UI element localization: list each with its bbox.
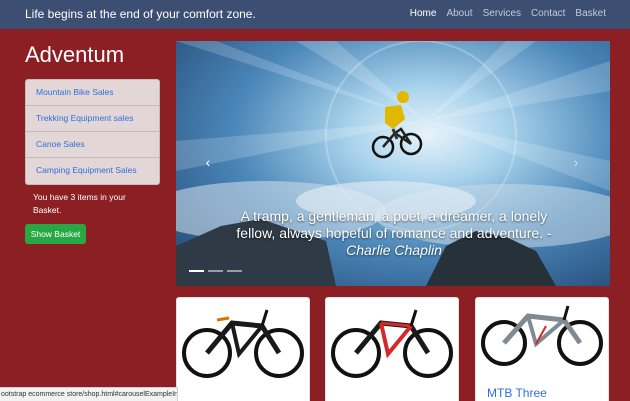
basket-count-text: You have 3 items in your Basket. xyxy=(33,192,126,215)
caption-author: Charlie Chaplin xyxy=(346,242,442,258)
navbar-brand[interactable]: Life begins at the end of your comfort z… xyxy=(25,7,256,21)
nav-link-contact[interactable]: Contact xyxy=(531,8,565,19)
nav-links: Home About Services Contact Basket xyxy=(400,8,606,19)
nav-link-about[interactable]: About xyxy=(446,8,472,19)
carousel-caption: A tramp, a gentleman, a poet, a dreamer,… xyxy=(234,208,554,259)
carousel-indicator-3[interactable] xyxy=(227,270,242,272)
show-basket-button[interactable]: Show Basket xyxy=(25,224,86,244)
hero-carousel: ‹ › A tramp, a gentleman, a poet, a drea… xyxy=(176,41,610,286)
menu-item-canoe[interactable]: Canoe Sales xyxy=(26,132,159,158)
carousel-next-icon[interactable]: › xyxy=(568,154,584,170)
carousel-indicators xyxy=(189,270,246,272)
carousel-prev-icon[interactable]: ‹ xyxy=(200,154,216,170)
carousel-indicator-2[interactable] xyxy=(208,270,223,272)
nav-link-services[interactable]: Services xyxy=(483,8,521,19)
site-title: Adventum xyxy=(25,42,125,67)
product-card[interactable]: MTB Three xyxy=(475,297,609,401)
product-card[interactable] xyxy=(325,297,459,401)
menu-item-camping[interactable]: Camping Equipment Sales xyxy=(26,158,159,184)
menu-item-mountain-bike[interactable]: Mountain Bike Sales xyxy=(26,80,159,106)
product-card[interactable] xyxy=(176,297,310,401)
nav-link-basket[interactable]: Basket xyxy=(575,8,606,19)
product-title[interactable]: MTB Three xyxy=(487,386,547,400)
bike-image xyxy=(331,309,453,378)
carousel-indicator-1[interactable] xyxy=(189,270,204,272)
navbar: Life begins at the end of your comfort z… xyxy=(0,0,630,29)
menu-item-trekking[interactable]: Trekking Equipment sales xyxy=(26,106,159,132)
bike-image xyxy=(182,309,304,378)
browser-status-bar: ootstrap ecommerce store/shop.html#carou… xyxy=(0,387,178,401)
caption-quote: A tramp, a gentleman, a poet, a dreamer,… xyxy=(236,208,552,241)
nav-link-home[interactable]: Home xyxy=(410,8,437,19)
category-menu: Mountain Bike Sales Trekking Equipment s… xyxy=(25,79,160,185)
